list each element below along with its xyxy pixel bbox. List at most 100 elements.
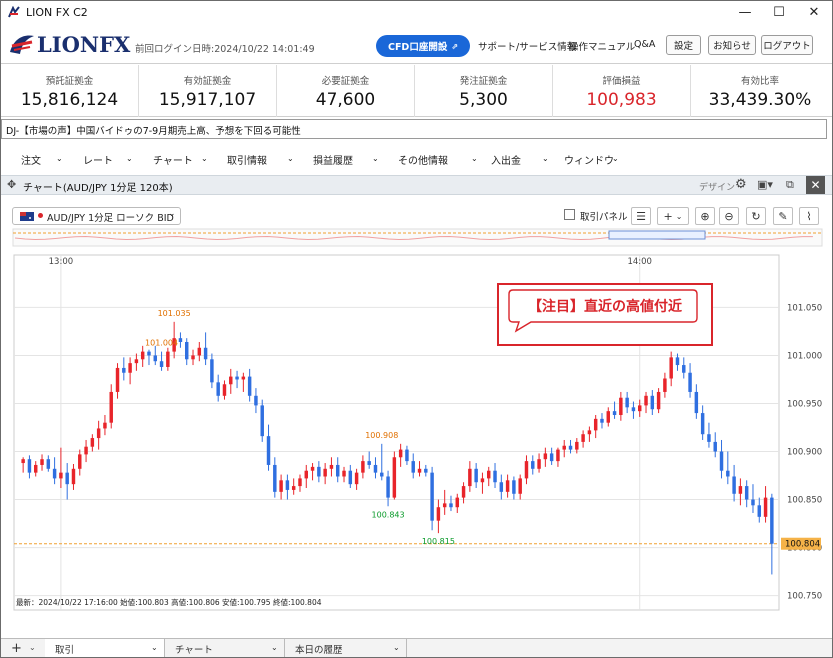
candle-body <box>329 464 334 469</box>
account-summary: 預託証拠金 15,816,124 有効証拠金 15,917,107 必要証拠金 47,60… <box>1 65 832 117</box>
tab-menu-chevron-icon[interactable]: ⌄ <box>29 643 36 652</box>
menu-item[interactable]: その他情報 <box>398 152 448 167</box>
menu-item[interactable]: レート <box>83 152 113 167</box>
account-field-value: 47,600 <box>315 90 376 110</box>
symbol-label: AUD/JPY 1分足 ローソク BID <box>47 213 174 224</box>
candle-body <box>317 466 321 477</box>
app-window: LION FX C2 — ☐ ✕ LIONFX 前回ログイン日時:2024/10… <box>0 0 833 658</box>
candle-body <box>518 478 522 494</box>
app-logo-icon <box>7 6 21 19</box>
settings-button[interactable]: 設定 <box>666 35 701 55</box>
tab-chevron-icon: ⌄ <box>151 643 158 652</box>
candle-body <box>738 486 743 494</box>
candle-body <box>430 472 434 521</box>
candle-body <box>398 449 403 458</box>
menu-item[interactable]: ウィンドウ <box>564 152 614 167</box>
candle-body <box>348 470 353 485</box>
design-label[interactable]: デザイン <box>699 180 735 193</box>
chevron-down-icon: ⌄ <box>201 154 208 163</box>
menu-item[interactable]: 注文 <box>21 152 41 167</box>
maximize-button[interactable]: ☐ <box>762 1 796 24</box>
candle-body <box>266 436 271 465</box>
restore-icon[interactable]: ⧉ <box>786 178 794 192</box>
draw-button[interactable]: ✎ <box>773 207 793 225</box>
news-ticker[interactable]: DJ-【市場の声】中国バイドゥの7-9月期売上高、予想を下回る可能性 <box>1 119 827 139</box>
price-annotation: 100.843 <box>372 510 405 519</box>
cfd-account-button[interactable]: CFD口座開設 ⇗ <box>376 35 470 57</box>
candle-body <box>260 405 264 437</box>
tab-chart[interactable]: チャート ⌄ <box>165 639 285 657</box>
candle-body <box>726 470 730 477</box>
candle-body <box>719 451 724 471</box>
candle-body <box>644 395 648 406</box>
chart-toolbar: AUD/JPY 1分足 ローソク BID ⌄ 取引パネル ☰ + ⌄ ⊕ ⊖ ↻ … <box>1 201 832 227</box>
indicator-icon: ☰ <box>636 209 646 223</box>
candle-body <box>581 434 585 442</box>
candle-body <box>229 376 233 385</box>
x-tick-label: 13:00 <box>49 257 74 267</box>
candle-body <box>486 470 491 479</box>
plus-icon: + <box>663 209 673 223</box>
menu-item-label: 取引情報 <box>227 156 267 167</box>
logout-button[interactable]: ログアウト <box>761 35 813 55</box>
candle-body <box>33 464 38 473</box>
refresh-button[interactable]: ↻ <box>746 207 766 225</box>
menu-item[interactable]: 損益履歴 <box>313 152 353 167</box>
candle-body <box>298 478 302 487</box>
candle-body <box>763 497 768 517</box>
zoom-out-button[interactable]: ⊖ <box>719 207 739 225</box>
account-field-label: 有効比率 <box>740 76 779 87</box>
close-panel-icon[interactable]: ✕ <box>806 176 825 194</box>
candle-body <box>480 478 485 483</box>
price-chart[interactable]: 101.050 101.000 100.950 100.900 100.850 100.8… <box>1 227 832 628</box>
tab-trade[interactable]: 取引 ⌄ <box>45 639 165 657</box>
trade-panel-checkbox[interactable] <box>564 209 575 220</box>
candle-body <box>700 413 705 435</box>
symbol-select[interactable]: AUD/JPY 1分足 ローソク BID ⌄ <box>12 207 181 225</box>
minimize-button[interactable]: — <box>728 1 762 24</box>
faq-link[interactable]: Q&A <box>634 39 655 50</box>
tab-chart-label: チャート <box>175 645 213 656</box>
candle-body <box>392 457 397 498</box>
support-link[interactable]: サポート/サービス情報 <box>478 39 576 53</box>
candle-body <box>707 434 711 442</box>
candle-body <box>593 418 598 431</box>
candle-body <box>159 361 164 367</box>
add-button[interactable]: + ⌄ <box>657 207 689 225</box>
tab-history-label: 本日の履歴 <box>295 645 343 656</box>
candle-body <box>115 367 120 392</box>
refresh-icon: ↻ <box>751 209 761 223</box>
account-field-label: 必要証拠金 <box>321 76 370 87</box>
zoom-in-button[interactable]: ⊕ <box>695 207 715 225</box>
candle-body <box>575 441 579 450</box>
menu-item-label: 注文 <box>21 156 41 167</box>
account-field-value: 5,300 <box>459 90 508 110</box>
candle-body <box>310 466 315 471</box>
candle-body <box>84 446 88 455</box>
tab-history[interactable]: 本日の履歴 ⌄ <box>285 639 407 657</box>
move-handle-icon[interactable]: ✥ <box>7 178 16 191</box>
menu-item[interactable]: 入出金 <box>491 152 521 167</box>
close-window-button[interactable]: ✕ <box>797 1 831 24</box>
indicator-button[interactable]: ☰ <box>631 207 651 225</box>
candle-body <box>191 355 195 360</box>
candle-body <box>556 449 560 462</box>
candle-body <box>612 411 617 416</box>
candle-body <box>140 351 145 360</box>
notice-button[interactable]: お知らせ <box>708 35 756 55</box>
compare-button[interactable]: ⌇ <box>799 207 819 225</box>
gear-icon[interactable]: ⚙ <box>735 177 747 192</box>
compare-icon: ⌇ <box>806 209 812 223</box>
window-title: LION FX C2 <box>26 6 88 19</box>
add-tab-icon[interactable]: + <box>11 641 22 656</box>
menu-item[interactable]: 取引情報 <box>227 152 267 167</box>
layout-dropdown-icon[interactable]: ▣▾ <box>757 178 773 191</box>
price-annotation: 101.004 <box>145 339 178 348</box>
candle-body <box>600 418 604 423</box>
manual-link[interactable]: 操作マニュアル <box>569 39 635 53</box>
chevron-down-icon: ⌄ <box>542 154 549 163</box>
menu-item[interactable]: チャート <box>153 152 193 167</box>
chevron-down-icon: ⌄ <box>287 154 294 163</box>
account-field: 発注証拠金 5,300 <box>415 65 553 117</box>
candle-body <box>203 347 208 360</box>
